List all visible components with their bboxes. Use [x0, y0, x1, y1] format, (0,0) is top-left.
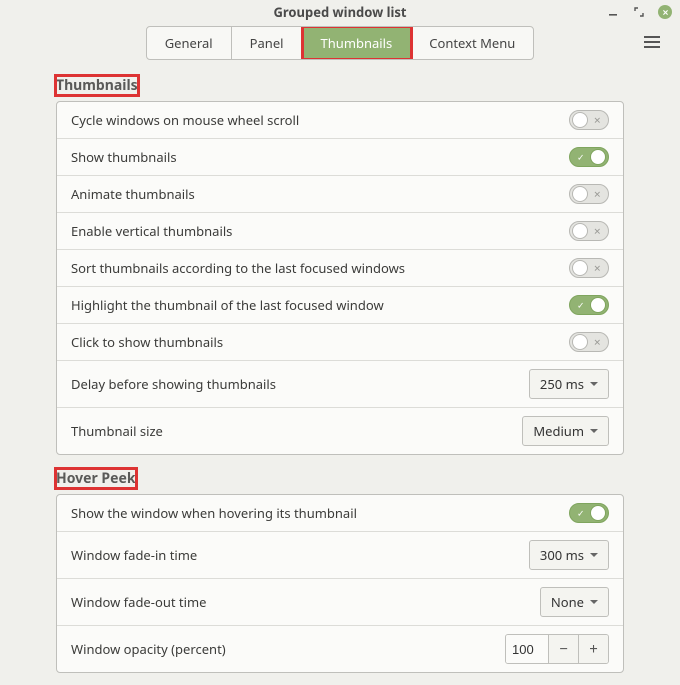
row-vertical: Enable vertical thumbnails ✕ [57, 213, 623, 250]
row-animate: Animate thumbnails ✕ [57, 176, 623, 213]
minimize-button[interactable] [606, 5, 620, 19]
row-size: Thumbnail size Medium [57, 408, 623, 454]
toggle-knob [572, 334, 588, 350]
row-fadeout: Window fade-out time None [57, 579, 623, 626]
row-click: Click to show thumbnails ✕ [57, 324, 623, 361]
dropdown-size[interactable]: Medium [522, 416, 609, 446]
maximize-button[interactable] [632, 5, 646, 19]
toggle-vertical[interactable]: ✕ [569, 221, 609, 241]
row-hover-show: Show the window when hovering its thumbn… [57, 495, 623, 532]
hover-peek-panel: Show the window when hovering its thumbn… [56, 494, 624, 673]
label-click: Click to show thumbnails [71, 333, 223, 351]
row-delay: Delay before showing thumbnails 250 ms [57, 361, 623, 408]
tabstrip: General Panel Thumbnails Context Menu [146, 26, 535, 60]
thumbnails-panel: Cycle windows on mouse wheel scroll ✕ Sh… [56, 101, 624, 455]
label-highlight: Highlight the thumbnail of the last focu… [71, 296, 384, 314]
toggle-knob [590, 297, 606, 313]
toggle-mark: ✕ [593, 188, 601, 201]
dropdown-delay[interactable]: 250 ms [529, 369, 609, 399]
dropdown-fadein[interactable]: 300 ms [529, 540, 609, 570]
row-highlight: Highlight the thumbnail of the last focu… [57, 287, 623, 324]
toggle-mark: ✓ [577, 507, 585, 520]
toggle-highlight[interactable]: ✓ [569, 295, 609, 315]
dropdown-fadeout[interactable]: None [540, 587, 609, 617]
label-fadeout: Window fade-out time [71, 593, 206, 611]
label-cycle: Cycle windows on mouse wheel scroll [71, 111, 299, 129]
window-title: Grouped window list [273, 3, 406, 21]
chevron-down-icon [590, 429, 598, 433]
toggle-mark: ✕ [593, 225, 601, 238]
row-cycle: Cycle windows on mouse wheel scroll ✕ [57, 102, 623, 139]
toggle-mark: ✕ [593, 336, 601, 349]
label-fadein: Window fade-in time [71, 546, 197, 564]
section-title-thumbnails: Thumbnails [56, 76, 138, 95]
toggle-mark: ✕ [593, 262, 601, 275]
opacity-input[interactable] [506, 635, 548, 663]
label-vertical: Enable vertical thumbnails [71, 222, 232, 240]
toggle-knob [572, 260, 588, 276]
row-fadein: Window fade-in time 300 ms [57, 532, 623, 579]
toggle-knob [572, 186, 588, 202]
opacity-increment[interactable]: + [578, 635, 608, 663]
tab-context-menu[interactable]: Context Menu [411, 27, 533, 59]
window-controls [606, 0, 672, 24]
row-opacity: Window opacity (percent) − + [57, 626, 623, 672]
toolbar: General Panel Thumbnails Context Menu [0, 24, 680, 62]
chevron-down-icon [590, 553, 598, 557]
toggle-knob [590, 149, 606, 165]
chevron-down-icon [590, 382, 598, 386]
settings-window: Grouped window list General Panel Thumbn… [0, 0, 680, 618]
toggle-mark: ✓ [577, 299, 585, 312]
dropdown-value: 250 ms [540, 375, 584, 393]
label-animate: Animate thumbnails [71, 185, 195, 203]
toggle-knob [572, 223, 588, 239]
menu-button[interactable] [644, 32, 664, 52]
label-show-thumbnails: Show thumbnails [71, 148, 177, 166]
row-sort: Sort thumbnails according to the last fo… [57, 250, 623, 287]
titlebar: Grouped window list [0, 0, 680, 24]
tab-general[interactable]: General [147, 27, 232, 59]
section-title-hover-peek: Hover Peek [56, 469, 136, 488]
tab-panel[interactable]: Panel [232, 27, 303, 59]
label-sort: Sort thumbnails according to the last fo… [71, 259, 405, 277]
toggle-hover-show[interactable]: ✓ [569, 503, 609, 523]
toggle-knob [572, 112, 588, 128]
label-size: Thumbnail size [71, 422, 163, 440]
toggle-cycle[interactable]: ✕ [569, 110, 609, 130]
toggle-show-thumbnails[interactable]: ✓ [569, 147, 609, 167]
label-delay: Delay before showing thumbnails [71, 375, 276, 393]
dropdown-value: None [551, 593, 584, 611]
toggle-mark: ✓ [577, 151, 585, 164]
toggle-knob [590, 505, 606, 521]
toggle-animate[interactable]: ✕ [569, 184, 609, 204]
close-button[interactable] [658, 5, 672, 19]
label-opacity: Window opacity (percent) [71, 640, 226, 658]
dropdown-value: Medium [533, 422, 584, 440]
tab-thumbnails[interactable]: Thumbnails [303, 27, 412, 59]
toggle-click[interactable]: ✕ [569, 332, 609, 352]
dropdown-value: 300 ms [540, 546, 584, 564]
opacity-stepper: − + [505, 634, 609, 664]
toggle-mark: ✕ [593, 114, 601, 127]
content-area: Thumbnails Cycle windows on mouse wheel … [0, 62, 680, 685]
chevron-down-icon [590, 600, 598, 604]
row-show-thumbnails: Show thumbnails ✓ [57, 139, 623, 176]
opacity-decrement[interactable]: − [548, 635, 578, 663]
toggle-sort[interactable]: ✕ [569, 258, 609, 278]
label-hover-show: Show the window when hovering its thumbn… [71, 504, 357, 522]
